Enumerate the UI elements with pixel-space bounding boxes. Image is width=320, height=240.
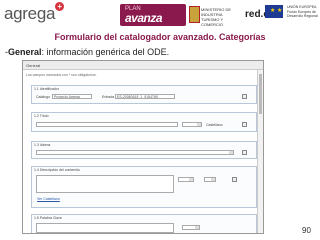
plan-avanza-logo: PLAN avanza xyxy=(120,4,186,26)
section-label: 1.5 Palabra Clave xyxy=(34,216,62,220)
add-button[interactable] xyxy=(242,94,247,99)
title-language-select[interactable] xyxy=(182,122,202,127)
title-section: 1.2 Título Castellano xyxy=(31,112,257,132)
section-label: 1.3 Idioma xyxy=(34,143,51,147)
avanza-label: avanza xyxy=(125,11,163,25)
keyword-language-select[interactable] xyxy=(182,225,200,230)
panel-title: General xyxy=(23,61,263,70)
eu-flag-icon: ★ ★ xyxy=(265,5,283,18)
eu-text: UNIÓN EUROPEA Fondo Europeo de Desarroll… xyxy=(287,5,318,18)
identifier-section: 1.1 Identificador Catálogo Proyecto Agre… xyxy=(31,85,257,104)
entry-label: Entrada xyxy=(102,95,115,99)
keyword-section: 1.5 Palabra Clave xyxy=(31,214,257,233)
page-number: 90 xyxy=(302,226,311,235)
scroll-thumb[interactable] xyxy=(259,74,262,114)
ministry-text: MINISTERIO DE INDUSTRIA TURISMO Y COMERC… xyxy=(201,7,232,27)
form-screenshot: General Los campos marcados con * son ob… xyxy=(22,60,264,234)
description-textarea[interactable] xyxy=(36,175,174,193)
ministry-logo: MINISTERIO DE INDUSTRIA TURISMO Y COMERC… xyxy=(189,5,233,27)
section-label: 1.2 Título xyxy=(34,114,49,118)
add-button[interactable] xyxy=(242,150,247,155)
logo-text: agrega xyxy=(4,4,56,23)
description-extra-select[interactable] xyxy=(204,177,216,182)
header-bar: agrega + PLAN avanza MINISTERIO DE INDUS… xyxy=(0,0,320,30)
view-language-link[interactable]: Ver Castellano xyxy=(37,197,60,201)
add-button[interactable] xyxy=(242,122,247,127)
required-note: Los campos marcados con * son obligatori… xyxy=(26,73,97,77)
title-input[interactable] xyxy=(36,122,178,127)
description-language-select[interactable] xyxy=(178,177,194,182)
coat-of-arms-icon xyxy=(189,6,200,23)
heading-rest: : información genérica del ODE. xyxy=(41,47,170,57)
section-heading: -General: información genérica del ODE. xyxy=(5,47,169,57)
language-select[interactable] xyxy=(36,150,234,155)
scrollbar[interactable] xyxy=(257,70,263,233)
agrega-logo: agrega + xyxy=(4,2,64,24)
section-label: 1.1 Identificador xyxy=(34,87,59,91)
section-label: 1.4 Descripción del contenido xyxy=(34,168,80,172)
plus-badge-icon: + xyxy=(55,2,64,11)
description-section: 1.4 Descripción del contenido Ver Castel… xyxy=(31,166,257,208)
catalog-label: Catálogo xyxy=(36,95,51,99)
language-label: Castellano xyxy=(206,123,223,127)
heading-bold: General xyxy=(8,47,42,57)
add-button[interactable] xyxy=(232,177,237,182)
keyword-textarea[interactable] xyxy=(36,223,174,233)
language-section: 1.3 Idioma xyxy=(31,141,257,159)
page-title: Formulario del catalogador avanzado. Cat… xyxy=(54,32,266,42)
catalog-input[interactable]: Proyecto Agrega xyxy=(52,94,92,99)
entry-input[interactable]: ES-20080618_1_9154765 xyxy=(115,94,175,99)
